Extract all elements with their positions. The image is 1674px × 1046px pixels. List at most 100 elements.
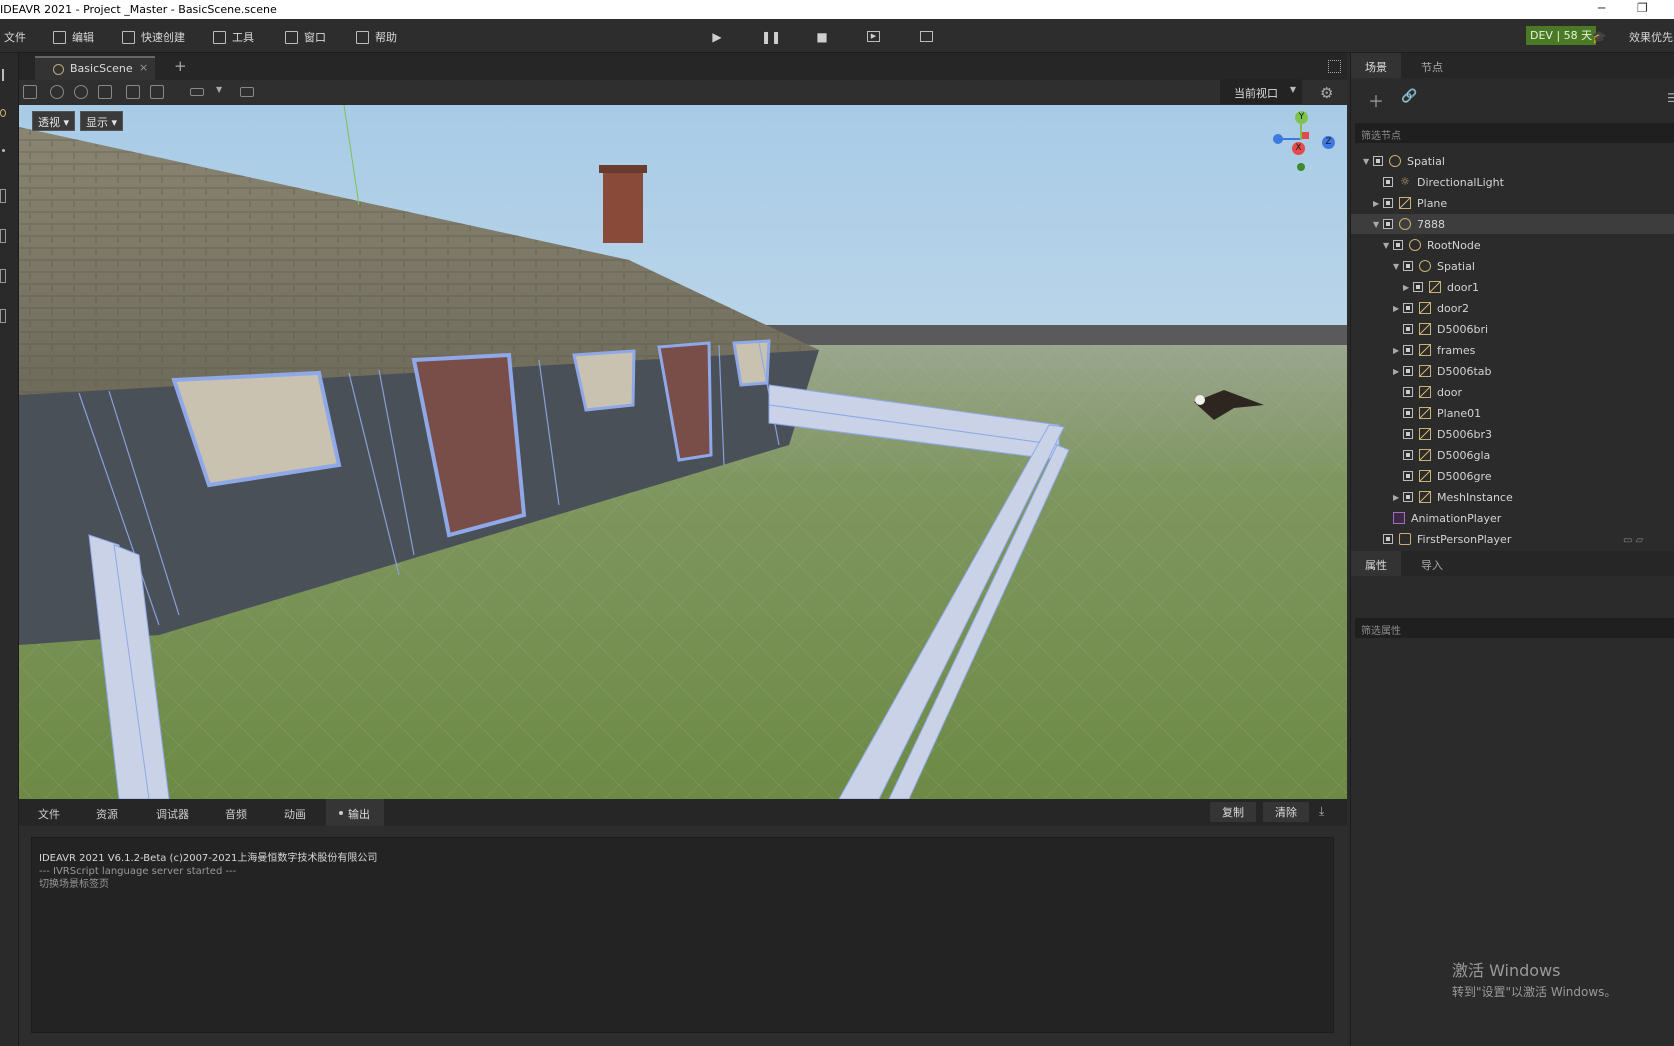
stop-icon[interactable]: ■: [814, 29, 830, 45]
tree-node[interactable]: door: [1351, 382, 1674, 402]
bottom-tab-animation[interactable]: 动画: [284, 806, 306, 822]
clear-button[interactable]: 清除: [1263, 802, 1309, 822]
strip-tool-icon[interactable]: [0, 189, 6, 203]
3d-viewport[interactable]: 透视 ▾ 显示 ▾ Y X Z: [19, 105, 1347, 799]
bottom-tab-assets[interactable]: 资源: [96, 806, 118, 822]
tree-node[interactable]: D5006gla: [1351, 445, 1674, 465]
gizmo-neg-x[interactable]: [1302, 132, 1309, 139]
visibility-checkbox[interactable]: [1403, 408, 1413, 418]
tree-node[interactable]: D5006br3: [1351, 424, 1674, 444]
visibility-checkbox[interactable]: [1403, 450, 1413, 460]
menu-help[interactable]: 帮助: [356, 28, 397, 46]
orientation-gizmo[interactable]: Y X Z: [1266, 109, 1346, 171]
gizmo-y-axis[interactable]: Y: [1295, 111, 1308, 124]
property-filter-input[interactable]: 筛选属性: [1355, 618, 1674, 638]
tree-node[interactable]: ▼ Spatial: [1351, 151, 1674, 171]
menu-window[interactable]: 窗口: [285, 28, 326, 46]
tree-node[interactable]: D5006gre: [1351, 466, 1674, 486]
tree-node[interactable]: ▶ door2: [1351, 298, 1674, 318]
local-space-icon[interactable]: [126, 85, 140, 99]
tree-node[interactable]: ▶ D5006tab: [1351, 361, 1674, 381]
tab-import[interactable]: 导入: [1407, 551, 1457, 576]
render-mode-label[interactable]: 效果优先: [1629, 29, 1673, 45]
tree-node[interactable]: D5006bri: [1351, 319, 1674, 339]
bottom-tab-output[interactable]: 输出: [326, 799, 384, 826]
visibility-checkbox[interactable]: [1383, 534, 1393, 544]
tab-basic-scene[interactable]: BasicScene ×: [35, 56, 155, 80]
visibility-checkbox[interactable]: [1393, 240, 1403, 250]
menu-tools[interactable]: 工具: [213, 28, 254, 46]
tab-scene[interactable]: 场景: [1351, 53, 1401, 78]
bottom-tab-file[interactable]: 文件: [38, 806, 60, 822]
play-custom-scene-icon[interactable]: [920, 31, 933, 42]
menu-icon[interactable]: ☰: [1667, 91, 1674, 105]
pause-icon[interactable]: ❚❚: [761, 29, 781, 45]
gizmo-z-axis[interactable]: Z: [1322, 136, 1335, 149]
visibility-checkbox[interactable]: [1403, 345, 1413, 355]
visibility-checkbox[interactable]: [1403, 366, 1413, 376]
node-filter-input[interactable]: 筛选节点: [1355, 123, 1674, 143]
visibility-checkbox[interactable]: [1403, 303, 1413, 313]
tree-node[interactable]: ▼ 7888: [1351, 214, 1674, 234]
collapse-arrow-icon[interactable]: ▼: [1393, 262, 1403, 271]
visibility-checkbox[interactable]: [1383, 219, 1393, 229]
visibility-checkbox[interactable]: [1403, 492, 1413, 502]
close-icon[interactable]: ×: [139, 61, 148, 74]
camera-icon[interactable]: [240, 87, 254, 97]
strip-tool-icon[interactable]: [0, 229, 6, 243]
link-icon[interactable]: 🔗: [1401, 89, 1417, 104]
visibility-checkbox[interactable]: [1403, 387, 1413, 397]
visibility-checkbox[interactable]: [1383, 177, 1393, 187]
expand-arrow-icon[interactable]: ▶: [1393, 493, 1403, 502]
output-log[interactable]: IDEAVR 2021 V6.1.2-Beta (c)2007-2021上海曼恒…: [31, 837, 1334, 1033]
tree-node[interactable]: Plane01: [1351, 403, 1674, 423]
gizmo-neg-y[interactable]: [1297, 163, 1305, 171]
visibility-checkbox[interactable]: [1403, 429, 1413, 439]
viewport-select[interactable]: 当前视口 ▼: [1220, 79, 1302, 104]
display-menu-button[interactable]: 显示 ▾: [80, 111, 124, 131]
gizmo-neg-z[interactable]: [1273, 134, 1283, 144]
tree-node[interactable]: ☼ DirectionalLight: [1351, 172, 1674, 192]
select-tool-icon[interactable]: [23, 85, 37, 99]
tree-node[interactable]: AnimationPlayer: [1351, 508, 1674, 528]
tree-node[interactable]: ▼ Spatial: [1351, 256, 1674, 276]
scale-tool-icon[interactable]: [98, 85, 112, 99]
visibility-checkbox[interactable]: [1373, 156, 1383, 166]
restore-button[interactable]: ❐: [1637, 1, 1648, 15]
tree-node[interactable]: ▶ door1: [1351, 277, 1674, 297]
node-circle-icon[interactable]: [0, 109, 6, 117]
menu-file[interactable]: 文件: [4, 28, 26, 46]
add-tab-button[interactable]: +: [174, 57, 187, 75]
rotate-tool-icon[interactable]: [74, 85, 88, 99]
gizmo-x-axis[interactable]: X: [1292, 142, 1305, 155]
script-icon[interactable]: ▭ ▱: [1623, 535, 1643, 546]
collapse-arrow-icon[interactable]: ▼: [1363, 157, 1373, 166]
visibility-checkbox[interactable]: [1403, 261, 1413, 271]
strip-tool-icon[interactable]: [0, 269, 6, 283]
strip-tool-icon[interactable]: [0, 309, 6, 323]
gear-icon[interactable]: ⚙: [1320, 84, 1333, 102]
menu-edit[interactable]: 编辑: [53, 28, 94, 46]
menu-quick-create[interactable]: 快速创建: [122, 28, 185, 46]
expand-arrow-icon[interactable]: ▶: [1393, 304, 1403, 313]
play-icon[interactable]: ▶: [709, 29, 725, 45]
graduation-cap-icon[interactable]: 🎓: [1591, 29, 1607, 45]
visibility-checkbox[interactable]: [1403, 471, 1413, 481]
expand-arrow-icon[interactable]: ▶: [1393, 367, 1403, 376]
collapse-arrow-icon[interactable]: ▼: [1373, 220, 1383, 229]
bottom-tab-audio[interactable]: 音频: [225, 806, 247, 822]
snap-icon[interactable]: [150, 85, 164, 99]
copy-button[interactable]: 复制: [1210, 802, 1256, 822]
minimize-button[interactable]: ─: [1598, 1, 1605, 15]
add-node-icon[interactable]: ＋: [1368, 88, 1384, 112]
expand-arrow-icon[interactable]: ▶: [1403, 283, 1413, 292]
expand-arrow-icon[interactable]: ▶: [1393, 346, 1403, 355]
view-menu-icon[interactable]: [190, 88, 204, 96]
tree-node[interactable]: ▶ frames: [1351, 340, 1674, 360]
tree-node[interactable]: ▶ MeshInstance: [1351, 487, 1674, 507]
tree-node[interactable]: ▶ Plane: [1351, 193, 1674, 213]
perspective-menu-button[interactable]: 透视 ▾: [32, 111, 76, 131]
pin-down-icon[interactable]: ⤓: [1319, 804, 1324, 819]
visibility-checkbox[interactable]: [1383, 198, 1393, 208]
fullscreen-icon[interactable]: [1328, 60, 1341, 73]
